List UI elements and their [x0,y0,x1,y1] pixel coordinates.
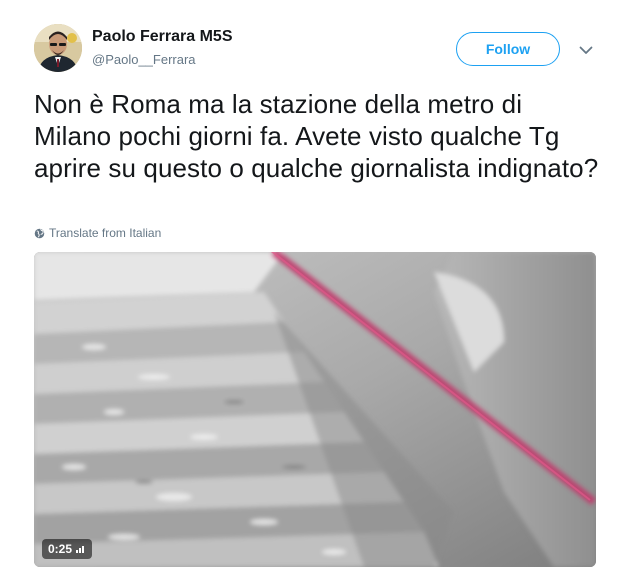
chevron-down-icon [579,46,593,54]
avatar-photo [34,24,82,72]
translate-link[interactable]: Translate from Italian [34,226,161,240]
video-frame [34,252,596,567]
tweet-card: Paolo Ferrara M5S @Paolo__Ferrara Follow… [0,0,619,572]
more-options-button[interactable] [576,40,596,60]
video-duration: 0:25 [48,542,73,556]
video-player[interactable] [34,252,596,567]
display-name[interactable]: Paolo Ferrara M5S [92,28,233,46]
video-duration-badge: 0:25 [42,539,93,559]
user-handle[interactable]: @Paolo__Ferrara [92,52,196,67]
tweet-text: Non è Roma ma la stazione della metro di… [34,89,599,183]
volume-bars-icon [76,546,85,553]
follow-button[interactable]: Follow [456,32,560,66]
globe-icon [34,228,45,239]
avatar[interactable] [34,24,82,72]
translate-label: Translate from Italian [49,226,162,240]
